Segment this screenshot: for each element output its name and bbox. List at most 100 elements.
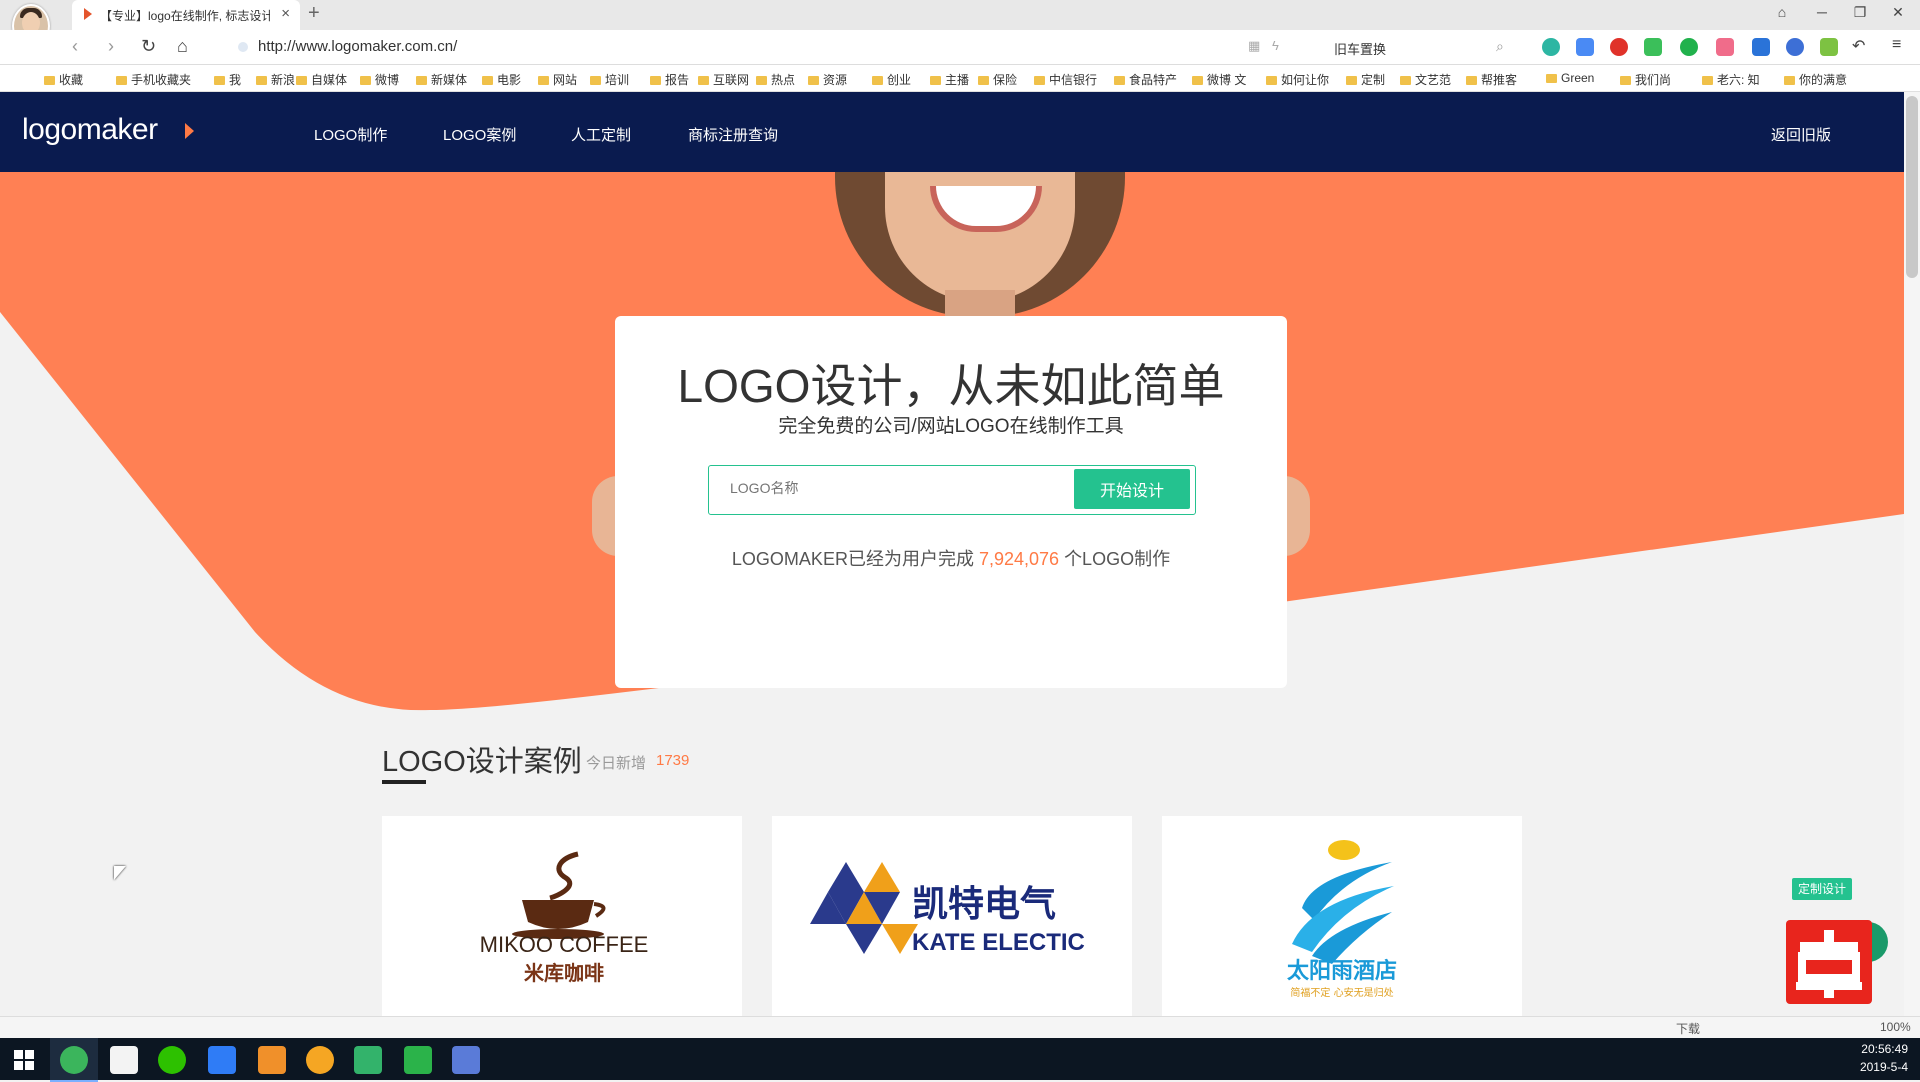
bookmark-item[interactable]: 新媒体 — [416, 71, 467, 88]
photos-app-icon[interactable] — [110, 1046, 138, 1074]
case-card-mikoo-coffee[interactable]: MIKOO COFFEE 米库咖啡 — [382, 816, 742, 1016]
taskbar-clock[interactable]: 20:56:49 — [1848, 1042, 1908, 1056]
bookmark-item[interactable]: 中信银行 — [1034, 71, 1097, 88]
bookmark-label: 微博 文 — [1207, 73, 1247, 87]
bookmark-item[interactable]: 手机收藏夹 — [116, 71, 191, 88]
folder-icon — [1702, 76, 1713, 85]
undo-icon[interactable]: ↶ — [1852, 36, 1865, 56]
extension-p-icon[interactable] — [1752, 38, 1770, 56]
bookmark-item[interactable]: 如何让你 — [1266, 71, 1329, 88]
nav-trademark-search[interactable]: 商标注册查询 — [688, 124, 778, 145]
bookmark-item[interactable]: 培训 — [590, 71, 629, 88]
browser-tab[interactable]: 【专业】logo在线制作, 标志设计 × — [72, 0, 300, 30]
bookmark-item[interactable]: 网站 — [538, 71, 577, 88]
iqiyi-icon[interactable] — [404, 1046, 432, 1074]
bookmark-item[interactable]: 创业 — [872, 71, 911, 88]
bookmark-label: 食品特产 — [1129, 73, 1178, 87]
bookmark-item[interactable]: 帮推客 — [1466, 71, 1517, 88]
tab-close-icon[interactable]: × — [281, 5, 290, 22]
bookmark-item[interactable]: 新浪 — [256, 71, 295, 88]
weibo-icon[interactable] — [1610, 38, 1628, 56]
folder-icon — [1192, 76, 1203, 85]
lightning-icon[interactable]: ϟ — [1272, 38, 1279, 53]
taskbar-date[interactable]: 2019-5-4 — [1840, 1060, 1908, 1074]
bookmark-item[interactable]: 报告 — [650, 71, 689, 88]
nav-logo-cases[interactable]: LOGO案例 — [443, 124, 516, 145]
bookmark-item[interactable]: 保险 — [978, 71, 1017, 88]
reload-icon[interactable]: ↻ — [141, 36, 156, 57]
nav-old-version[interactable]: 返回旧版 — [1771, 124, 1831, 145]
bookmark-label: 如何让你 — [1281, 73, 1330, 87]
hero-headline: LOGO设计，从未如此简单 — [677, 360, 1225, 412]
wechat-icon[interactable] — [158, 1046, 186, 1074]
bookmark-label: 主播 — [945, 73, 970, 87]
bookmark-item[interactable]: 微博 文 — [1192, 71, 1246, 88]
download-button[interactable]: 下载 — [1676, 1020, 1700, 1037]
restore-button[interactable]: ❐ — [1850, 4, 1870, 21]
extension-globe-icon[interactable] — [1542, 38, 1560, 56]
logo-name-input[interactable] — [728, 479, 1062, 497]
case-card-kate-electic[interactable]: 凯特电气 KATE ELECTIC — [772, 816, 1132, 1016]
qr-icon[interactable]: ▦ — [1248, 38, 1260, 54]
close-window-button[interactable]: ✕ — [1888, 4, 1908, 21]
browser-search-field[interactable]: 旧车置换 — [1334, 39, 1386, 58]
bookmark-item[interactable]: 热点 — [756, 71, 795, 88]
bookmark-label: 新媒体 — [431, 73, 468, 87]
nav-logo-make[interactable]: LOGO制作 — [314, 124, 387, 145]
extension-grid-icon[interactable] — [1820, 38, 1838, 56]
browser-app-icon[interactable] — [60, 1046, 88, 1074]
extension-green-icon[interactable] — [1680, 38, 1698, 56]
logomaker-logo[interactable]: logomaker — [22, 113, 158, 147]
bookmark-label: 我 — [229, 73, 242, 87]
floating-red-badge-icon[interactable] — [1786, 920, 1872, 1004]
bookmark-item[interactable]: 定制 — [1346, 71, 1385, 88]
back-icon[interactable]: ‹ — [72, 36, 78, 57]
start-design-button[interactable]: 开始设计 — [1074, 469, 1190, 509]
minimize-button[interactable]: ─ — [1812, 4, 1832, 20]
media-app-icon[interactable] — [306, 1046, 334, 1074]
custom-design-tag[interactable]: 定制设计 — [1792, 878, 1852, 900]
case-card-sun-rain-hotel[interactable]: 太阳雨酒店 简福不定 心安无是归处 — [1162, 816, 1522, 1016]
browser-status-bar — [0, 1016, 1920, 1039]
bookmark-item[interactable]: 我 — [214, 71, 241, 88]
forward-icon[interactable]: › — [108, 36, 114, 57]
new-tab-button[interactable]: + — [308, 2, 320, 25]
bookmark-label: 新浪 — [271, 73, 296, 87]
bookmark-item[interactable]: 我们尚 — [1620, 71, 1671, 88]
bookmark-item[interactable]: 老六: 知 — [1702, 71, 1760, 88]
bookmark-item[interactable]: 收藏 — [44, 71, 83, 88]
video-player-icon[interactable] — [354, 1046, 382, 1074]
scrollbar-thumb[interactable] — [1906, 96, 1918, 278]
bookmark-item[interactable]: 互联网 — [698, 71, 749, 88]
extension-mic-icon[interactable] — [1786, 38, 1804, 56]
bookmark-item[interactable]: 你的满意 — [1784, 71, 1847, 88]
stats-prefix: LOGOMAKER已经为用户完成 — [731, 549, 974, 569]
bookmark-item[interactable]: 主播 — [930, 71, 969, 88]
bookmark-item[interactable]: 资源 — [808, 71, 847, 88]
bookmark-item[interactable]: 电影 — [482, 71, 521, 88]
search-icon[interactable]: ⌕ — [1496, 38, 1504, 55]
zoom-level[interactable]: 100% — [1880, 1020, 1911, 1034]
home-icon[interactable]: ⌂ — [177, 36, 188, 57]
email-app-icon[interactable] — [452, 1046, 480, 1074]
pin-window-icon[interactable]: ⌂ — [1772, 4, 1792, 20]
bookmark-item[interactable]: 微博 — [360, 71, 399, 88]
bookmark-label: 互联网 — [713, 73, 750, 87]
bookmark-item[interactable]: 食品特产 — [1114, 71, 1177, 88]
notes-app-icon[interactable] — [208, 1046, 236, 1074]
url-field[interactable]: http://www.logomaker.com.cn/ — [258, 38, 457, 55]
sogou-app-icon[interactable] — [258, 1046, 286, 1074]
bookmark-item[interactable]: 自媒体 — [296, 71, 347, 88]
bookmark-item[interactable]: Green — [1546, 71, 1594, 85]
stats-count: 7,924,076 — [978, 549, 1060, 569]
windows-start-icon[interactable] — [14, 1050, 34, 1070]
extension-pink-icon[interactable] — [1716, 38, 1734, 56]
extension-app-icon[interactable] — [1576, 38, 1594, 56]
bookmark-label: 定制 — [1361, 73, 1386, 87]
extension-leaf-icon[interactable] — [1644, 38, 1662, 56]
folder-icon — [1546, 74, 1557, 83]
nav-custom-design[interactable]: 人工定制 — [571, 124, 631, 145]
bookmark-label: 网站 — [553, 73, 578, 87]
bookmark-item[interactable]: 文艺范 — [1400, 71, 1451, 88]
menu-icon[interactable]: ≡ — [1892, 36, 1901, 54]
